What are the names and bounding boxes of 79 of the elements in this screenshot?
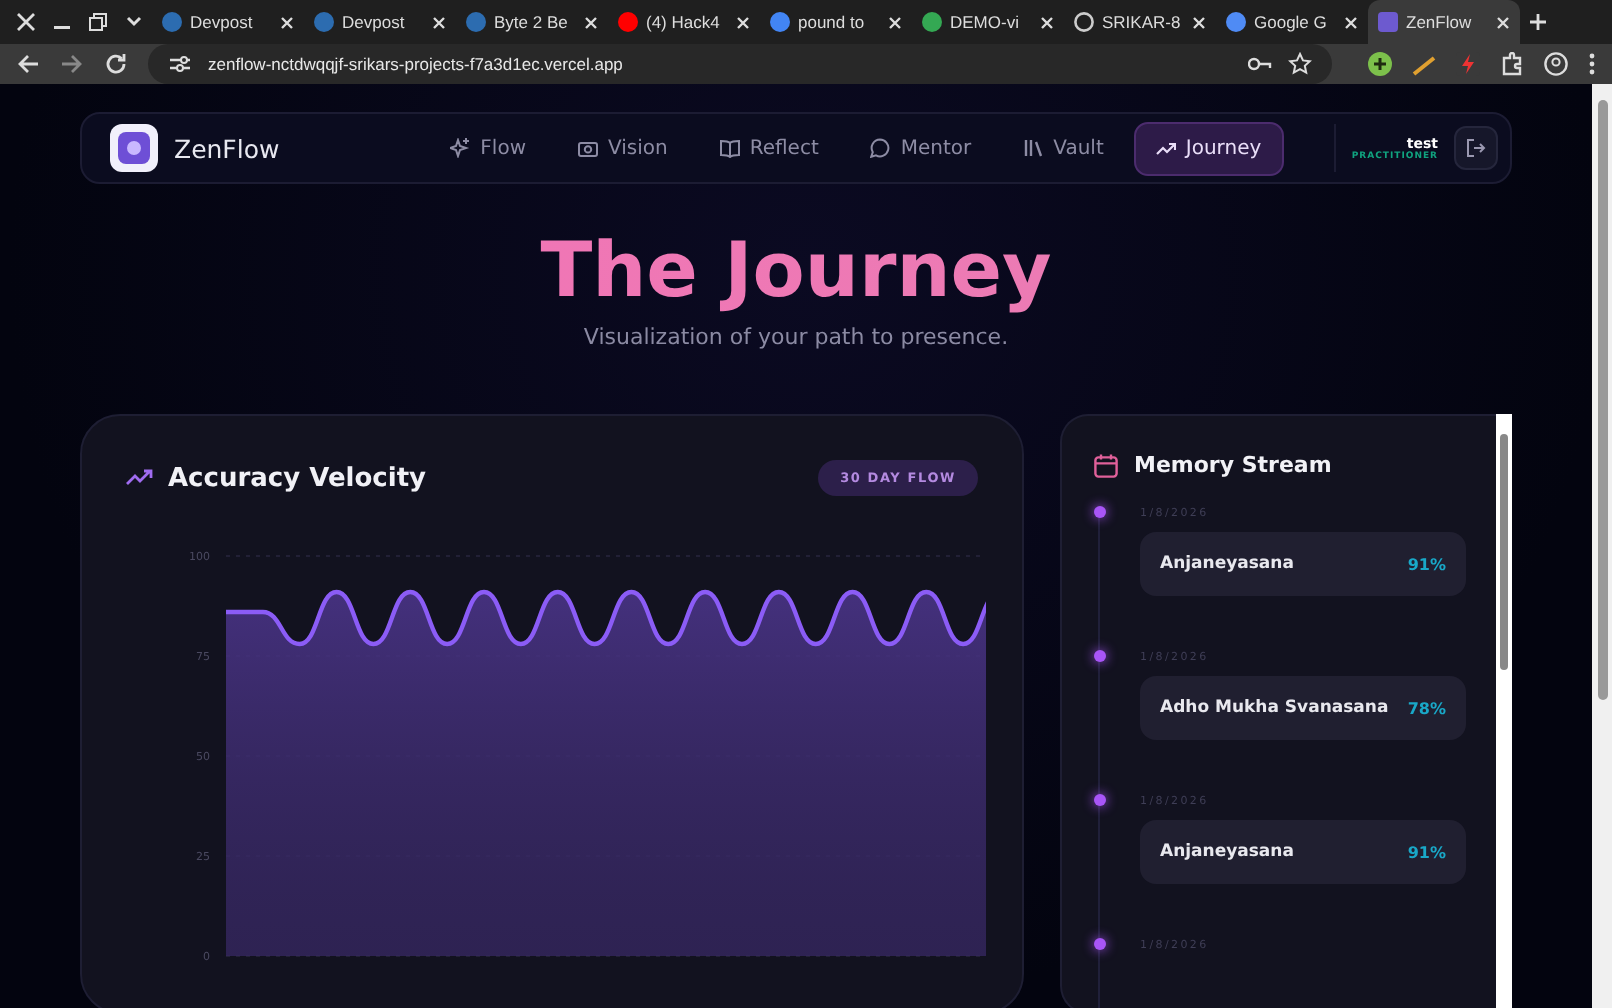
browser-tab[interactable]: Google G [1216,0,1368,44]
library-icon [1023,138,1044,158]
star-icon[interactable] [1288,52,1312,76]
favicon-icon [466,12,486,32]
close-icon[interactable] [16,12,36,32]
favicon-icon [162,12,182,32]
logout-icon [1466,138,1486,158]
calendar-icon [1094,453,1118,477]
browser-tab[interactable]: pound to [760,0,912,44]
menu-icon[interactable] [1588,52,1596,76]
close-icon[interactable] [584,15,598,29]
nav-tab[interactable]: Vision [556,121,690,175]
scrollbar[interactable] [1496,414,1512,1008]
bolt-extension-icon[interactable] [1456,52,1480,76]
logout-button[interactable] [1454,126,1498,170]
card-title: Accuracy Velocity [168,463,427,493]
page-subtitle: Visualization of your path to presence. [581,324,1011,350]
chevron-down-icon[interactable] [124,12,144,32]
favicon-icon [1074,12,1094,32]
browser-tab[interactable]: SRIKAR-8 [1064,0,1216,44]
extension-plus-icon[interactable] [1368,52,1392,76]
browser-tab[interactable]: Byte 2 Be [456,0,608,44]
chat-bubble-icon [870,138,891,158]
nav-tab[interactable]: Vault [1001,121,1126,175]
brand-name[interactable]: ZenFlow [174,133,280,163]
page-scrollbar[interactable] [1592,84,1612,1008]
nav-tab[interactable]: Reflect [697,121,841,175]
favicon-icon [1378,12,1398,32]
profile-icon[interactable] [1544,52,1568,76]
browser-tab[interactable]: ZenFlow [1368,0,1520,44]
pose-name: Anjaneyasana [1160,554,1294,574]
card-title: Memory Stream [1134,452,1332,478]
site-settings-icon[interactable] [168,54,192,74]
camera-icon [578,138,598,158]
browser-tab[interactable]: (4) Hack4 [608,0,760,44]
browser-tab[interactable]: Devpost [304,0,456,44]
favicon-icon [1226,12,1246,32]
close-icon[interactable] [432,15,446,29]
close-icon[interactable] [1040,15,1054,29]
timeline-dot [1093,506,1105,518]
key-icon[interactable] [1248,56,1272,72]
trend-up-icon [126,468,154,488]
timeline-dot [1093,938,1105,950]
session-entry[interactable]: Anjaneyasana 91% [1140,532,1466,596]
session-entry[interactable]: Anjaneyasana 91% [1140,820,1466,884]
book-icon [719,138,740,158]
logo-icon[interactable] [110,124,158,172]
session-entry[interactable]: Adho Mukha Svanasana 78% [1140,676,1466,740]
nav-tab[interactable]: Journey [1133,121,1284,175]
new-tab-icon[interactable] [1528,12,1548,32]
close-icon[interactable] [1496,15,1510,29]
close-icon[interactable] [280,15,294,29]
close-icon[interactable] [888,15,902,29]
browser-tab[interactable]: Devpost [152,0,304,44]
pose-name: Anjaneyasana [1160,842,1294,862]
favicon-icon [618,12,638,32]
accuracy-score: 91% [1407,555,1446,573]
restore-icon[interactable] [88,12,108,32]
back-icon[interactable] [16,52,40,76]
timeline-dot [1093,794,1105,806]
close-icon[interactable] [736,15,750,29]
accuracy-score: 91% [1407,843,1446,861]
nav-tab[interactable]: Flow [428,121,548,175]
reload-icon[interactable] [104,52,128,76]
sparkle-icon [450,138,471,158]
favicon-icon [314,12,334,32]
accuracy-score: 78% [1407,699,1446,717]
browser-tab[interactable]: DEMO-vi [912,0,1064,44]
puzzle-icon[interactable] [1500,52,1524,76]
pose-name: Adho Mukha Svanasana [1160,698,1389,718]
favicon-icon [922,12,942,32]
favicon-icon [770,12,790,32]
nav-tab[interactable]: Mentor [848,121,994,175]
close-icon[interactable] [1192,15,1206,29]
timeline-dot [1093,650,1105,662]
close-icon[interactable] [1344,15,1358,29]
address-bar[interactable]: zenflow-nctdwqqjf-srikars-projects-f7a3d1ec.vercel.app [148,44,1332,84]
forward-icon[interactable] [60,52,84,76]
trend-up-icon [1155,138,1176,158]
